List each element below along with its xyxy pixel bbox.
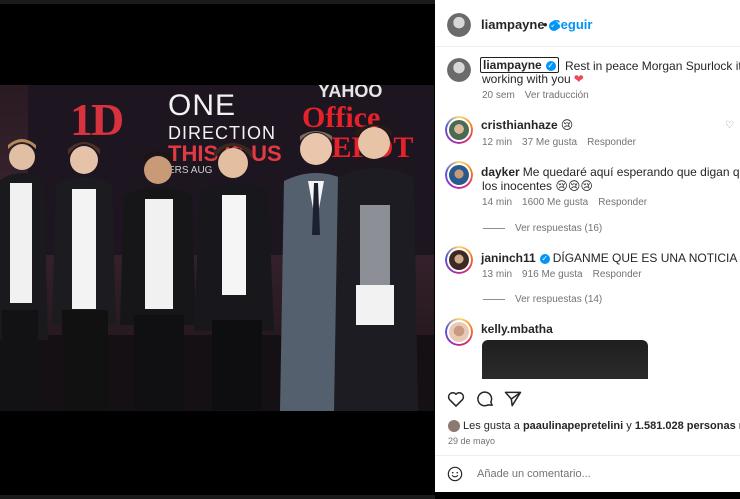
comment-text: Me quedaré aquí esperando que digan que … [522,165,740,179]
translate-link[interactable]: Ver traducción [525,90,589,101]
reply-button[interactable]: Responder [593,269,642,280]
comment-image[interactable] [482,340,648,380]
view-replies-button[interactable]: Ver respuestas (16) [483,223,602,234]
comment-username[interactable]: dayker Me quedaré aquí esperando que diga… [481,165,740,179]
liker-avatar [448,420,460,433]
header-divider [435,46,740,47]
comment-meta: 12 min 37 Me gusta Responder [482,137,636,148]
comment-username[interactable]: cristhianhaze 😢 [481,118,573,132]
comment-avatar[interactable] [445,246,473,274]
replies-dash [483,227,505,229]
share-icon[interactable] [503,389,523,409]
caption-text-line1: Rest in peace Morgan Spurlock it was a p… [565,59,740,73]
caption-time[interactable]: 20 sem [482,90,515,101]
comment-input[interactable]: Añade un comentario... [477,468,591,480]
comment-avatar[interactable] [445,318,473,346]
comment-meta: 13 min 916 Me gusta Responder [482,269,642,280]
comment-text-line2: los inocentes 😢😢😢 [482,179,593,193]
follow-button[interactable]: Seguir [552,17,592,32]
comment-icon[interactable] [475,389,495,409]
person-figure [334,124,418,411]
caption-meta: 20 sem Ver traducción [482,90,589,101]
group-of-people-illustration [0,124,434,411]
reply-button[interactable]: Responder [598,197,647,208]
backdrop-strip-bottom [0,495,435,499]
caption-avatar[interactable] [447,58,471,82]
likes-count[interactable]: 1.581.028 personas más [635,420,740,432]
verified-icon: ✓ [539,253,550,264]
post-photo[interactable]: 1D ONE DIRECTION THIS IS US ERS AUG YAHO… [0,85,434,411]
comment-text: 😢 [560,118,574,132]
reply-button[interactable]: Responder [587,137,636,148]
liker-username[interactable]: paaulinapepretelini [523,420,623,432]
comment-username[interactable]: kelly.mbatha [481,322,553,336]
like-small-icon[interactable]: ♡ [725,120,734,131]
post-date[interactable]: 29 de mayo [448,436,495,446]
likes-summary: Les gusta a paaulinapepretelini y 1.581.… [448,420,740,433]
caption-text-line2: working with you ❤ [482,72,584,86]
post-detail-panel: liampayne ✓ • Seguir liampayne ✓ Rest in p… [435,0,740,492]
comment-text: DÍGANME QUE ES UNA NOTICIA FALSA 😭😭 [552,251,740,265]
verified-icon: ✓ [545,60,556,71]
comment-username[interactable]: janinch11✓DÍGANME QUE ES UNA NOTICIA FAL… [481,251,740,265]
comment-avatar[interactable] [445,161,473,189]
caption-username[interactable]: liampayne ✓ [480,57,559,73]
view-replies-button[interactable]: Ver respuestas (14) [483,294,602,305]
red-heart-emoji: ❤ [573,72,584,86]
comment-avatar[interactable] [445,116,473,144]
separator-dot: • [543,17,548,32]
emoji-icon[interactable] [447,466,463,482]
backdrop-strip-top [0,0,435,4]
footer-divider [435,455,740,456]
author-avatar[interactable] [447,13,471,37]
replies-dash [483,298,505,300]
heart-icon[interactable] [446,389,466,409]
comment-meta: 14 min 1600 Me gusta Responder [482,197,648,208]
